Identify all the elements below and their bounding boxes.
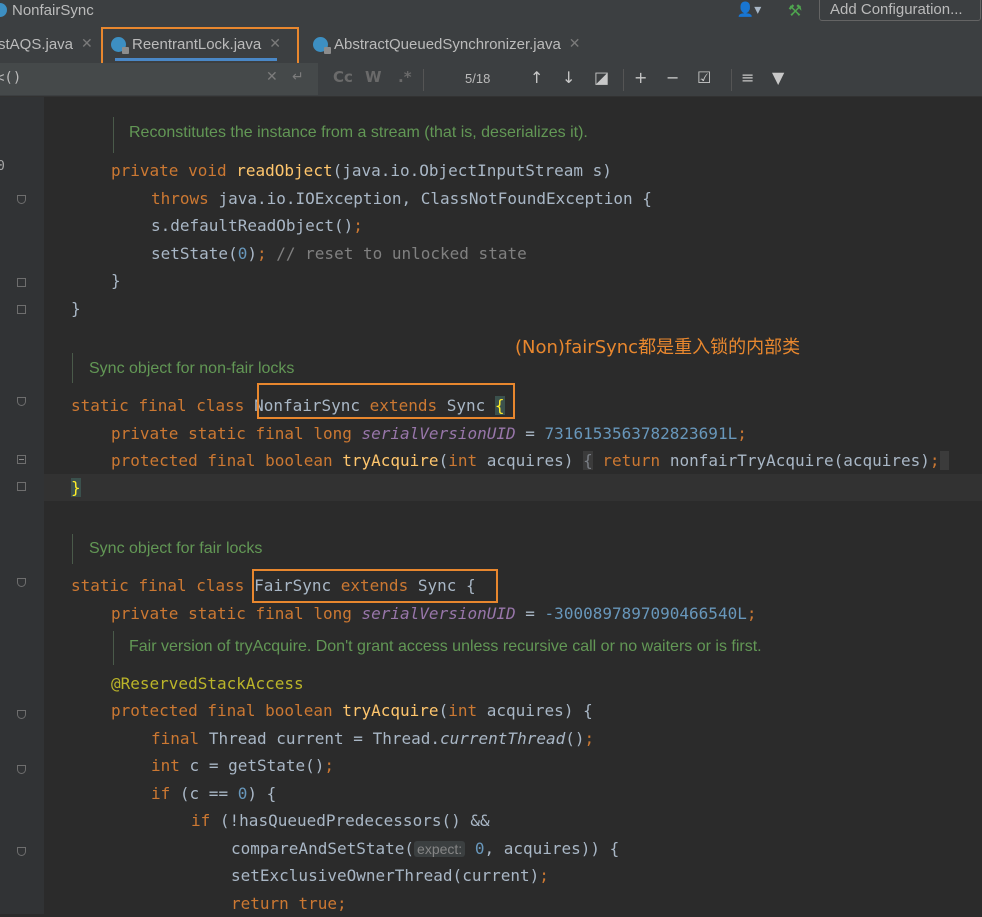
fold-marker-icon[interactable] [17, 397, 26, 406]
close-icon[interactable]: ✕ [81, 36, 93, 52]
code-editor[interactable]: Reconstitutes the instance from a stream… [44, 97, 982, 914]
regex-toggle[interactable]: .* [398, 68, 412, 86]
code-line: return true; [231, 894, 347, 913]
code-line: setExclusiveOwnerThread(current); [231, 866, 549, 885]
user-menu-icon[interactable]: 👤▾ [732, 0, 766, 20]
select-all-occurrences-icon[interactable]: ☑ [697, 68, 711, 87]
doc-comment-bar [113, 117, 114, 153]
editor-gutter: 0 [0, 97, 44, 914]
divider [623, 69, 624, 91]
annotation-text: (Non)fairSync都是重入锁的内部类 [515, 337, 801, 358]
add-occurrence-icon[interactable]: + [634, 68, 647, 87]
code-line: final Thread current = Thread.currentThr… [151, 729, 595, 748]
breadcrumb-label: NonfairSync [12, 1, 94, 19]
doc-comment: Sync object for non-fair locks [89, 360, 295, 377]
fold-marker-icon[interactable] [17, 305, 26, 314]
next-occurrence-icon[interactable]: ↓ [562, 68, 575, 87]
tab-label: stAQS.java [0, 35, 74, 53]
code-line: private static final long serialVersionU… [111, 604, 757, 623]
code-line: private void readObject(java.io.ObjectIn… [111, 161, 612, 180]
nonfairsync-highlight-box [257, 383, 515, 419]
class-icon [313, 36, 331, 54]
new-line-icon[interactable]: ↵ [292, 69, 304, 85]
breadcrumb[interactable]: NonfairSync [0, 0, 94, 20]
match-counter: 5/18 [465, 71, 491, 86]
fold-marker-icon[interactable] [17, 482, 26, 491]
previous-occurrence-icon[interactable]: ↑ [530, 68, 543, 87]
code-line: protected final boolean tryAcquire(int a… [44, 447, 982, 474]
parameter-hint: expect: [414, 841, 466, 857]
fairsync-highlight-box [252, 569, 498, 603]
fold-marker-icon[interactable] [17, 765, 26, 774]
tab-highlight-box [101, 27, 299, 68]
doc-comment-bar [72, 534, 73, 564]
divider [731, 69, 732, 91]
clear-icon[interactable]: ✕ [266, 69, 278, 85]
doc-comment: Reconstitutes the instance from a stream… [129, 124, 588, 141]
tab-abstractqueuedsynchronizer[interactable]: AbstractQueuedSynchronizer.java ✕ [313, 26, 581, 62]
code-line: @ReservedStackAccess [111, 674, 304, 693]
doc-comment: Sync object for fair locks [89, 540, 263, 557]
navigation-bar: NonfairSync 👤▾ ⚒ Add Configuration... [0, 0, 982, 26]
code-line: static final class FairSync extends Sync… [71, 576, 476, 595]
code-line: setState(0); // reset to unlocked state [151, 244, 527, 263]
code-line: int c = getState(); [151, 756, 335, 775]
tab-label: AbstractQueuedSynchronizer.java [334, 35, 561, 53]
code-line: if (c == 0) { [151, 784, 277, 803]
code-line: s.defaultReadObject(); [151, 216, 363, 235]
code-line: } [71, 299, 81, 318]
code-line: private static final long serialVersionU… [111, 424, 747, 443]
code-line: protected final boolean tryAcquire(int a… [111, 701, 593, 720]
words-toggle[interactable]: W [365, 68, 382, 86]
add-configuration-button[interactable]: Add Configuration... [819, 0, 981, 21]
code-line-current: } [44, 474, 982, 501]
fold-marker-icon[interactable] [17, 710, 26, 719]
remove-occurrence-icon[interactable]: − [666, 68, 679, 87]
code-line: if (!hasQueuedPredecessors() && [191, 811, 490, 830]
fold-marker-icon[interactable] [17, 278, 26, 287]
search-query: <() [0, 70, 22, 86]
fold-marker-icon[interactable] [17, 455, 26, 464]
class-icon [0, 3, 7, 17]
fold-marker-icon[interactable] [17, 847, 26, 856]
search-input[interactable]: <() ✕ ↵ [0, 63, 318, 95]
doc-comment-bar [72, 353, 73, 383]
close-icon[interactable]: ✕ [569, 36, 581, 52]
code-line: } [111, 271, 121, 290]
line-number: 0 [0, 159, 5, 174]
code-line: throws java.io.IOException, ClassNotFoun… [151, 189, 652, 208]
build-hammer-icon[interactable]: ⚒ [784, 0, 806, 20]
doc-comment-bar [113, 631, 114, 665]
doc-comment: Fair version of tryAcquire. Don't grant … [129, 638, 762, 655]
code-line: compareAndSetState(expect: 0, acquires))… [231, 839, 620, 858]
divider [423, 69, 424, 91]
tab-testaqs[interactable]: stAQS.java ✕ [0, 26, 93, 62]
open-in-window-icon[interactable]: ◪ [594, 68, 609, 87]
sort-icon[interactable]: ≡ [741, 68, 754, 87]
match-case-toggle[interactable]: Cc [333, 68, 353, 86]
fold-marker-icon[interactable] [17, 578, 26, 587]
fold-marker-icon[interactable] [17, 195, 26, 204]
filter-icon[interactable]: ▼ [772, 68, 784, 87]
find-bar: <() ✕ ↵ Cc W .* 5/18 ↑ ↓ ◪ + − ☑ ≡ ▼ [0, 63, 982, 97]
